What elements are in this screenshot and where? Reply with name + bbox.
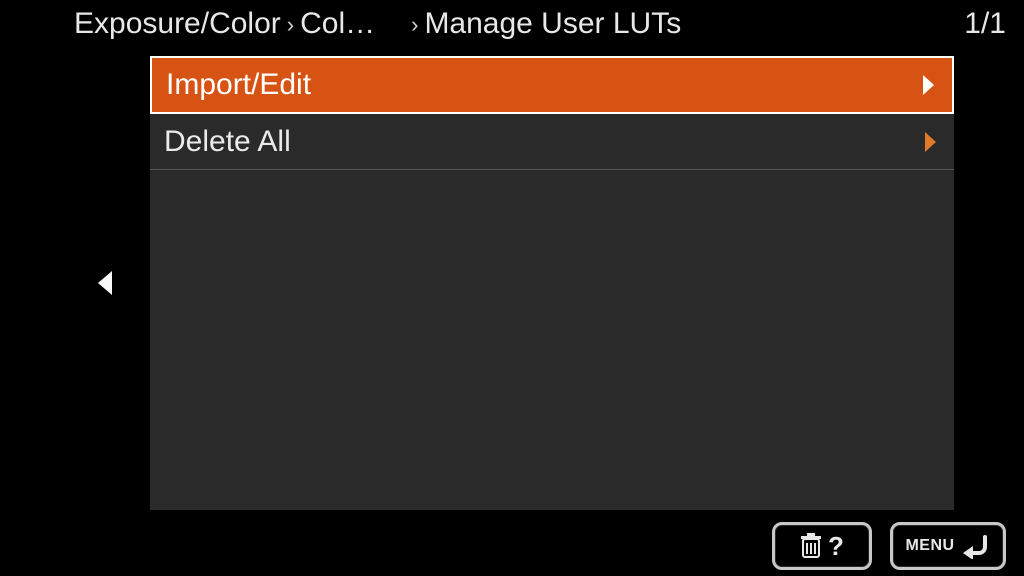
chevron-right-icon: › xyxy=(287,12,294,38)
menu-label: MENU xyxy=(905,537,954,555)
menu-list: Import/Edit Delete All xyxy=(150,56,954,510)
chevron-right-icon xyxy=(925,132,936,152)
camera-menu-screen: Exposure/Color › Col… › Manage User LUTs… xyxy=(0,0,1024,576)
breadcrumb: Exposure/Color › Col… › Manage User LUTs… xyxy=(0,0,1024,48)
chevron-right-icon xyxy=(923,75,934,95)
menu-back-button[interactable]: MENU xyxy=(890,522,1006,570)
chevron-right-icon: › xyxy=(411,12,418,38)
breadcrumb-seg-0: Exposure/Color xyxy=(74,7,281,41)
page-indicator: 1/1 xyxy=(964,7,1006,41)
breadcrumb-seg-2: Manage User LUTs xyxy=(424,7,681,41)
help-button[interactable]: ? xyxy=(772,522,872,570)
return-arrow-icon xyxy=(961,533,991,559)
breadcrumb-seg-1: Col… xyxy=(300,7,375,41)
question-mark-icon: ? xyxy=(828,531,844,562)
menu-item-import-edit[interactable]: Import/Edit xyxy=(150,56,954,114)
menu-item-label: Delete All xyxy=(164,125,925,159)
footer-buttons: ? MENU xyxy=(772,522,1006,570)
trash-icon xyxy=(800,533,822,559)
menu-item-label: Import/Edit xyxy=(166,68,923,102)
sidebar-back[interactable] xyxy=(70,56,150,510)
caret-left-icon xyxy=(98,271,112,295)
menu-item-delete-all[interactable]: Delete All xyxy=(150,114,954,170)
